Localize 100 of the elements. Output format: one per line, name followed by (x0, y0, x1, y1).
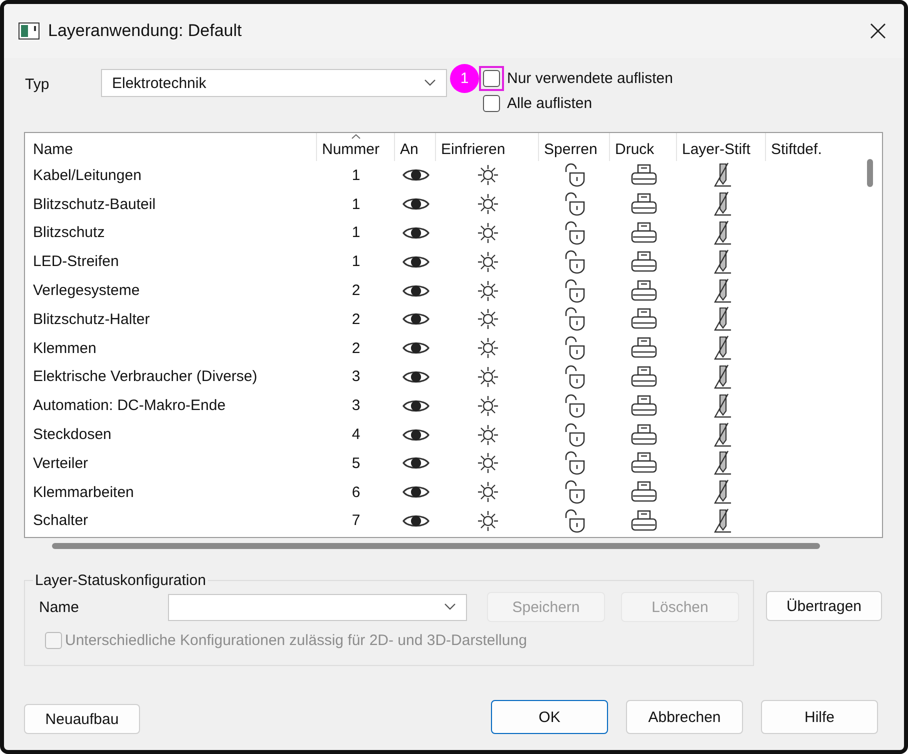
layer-number: 2 (352, 310, 360, 328)
close-icon[interactable] (870, 23, 886, 39)
open-padlock-icon[interactable] (564, 364, 586, 389)
checkbox-label[interactable]: Alle auflisten (507, 95, 592, 112)
eye-icon[interactable] (402, 254, 430, 270)
open-padlock-icon[interactable] (564, 480, 586, 504)
name-label: Name (39, 598, 80, 616)
column-header[interactable]: Sperren (544, 141, 598, 158)
column-header[interactable]: Druck (615, 141, 654, 158)
sun-icon[interactable] (476, 366, 498, 388)
layer-name: Kabel/Leitungen (33, 166, 142, 184)
printer-icon[interactable] (630, 280, 658, 302)
column-header[interactable]: Stiftdef. (771, 141, 822, 158)
printer-icon[interactable] (630, 164, 658, 186)
layer-number: 1 (352, 224, 360, 242)
eye-icon[interactable] (402, 484, 430, 500)
eye-icon[interactable] (402, 167, 430, 184)
eye-icon[interactable] (402, 512, 430, 529)
type-label: Typ (24, 76, 50, 93)
open-padlock-icon[interactable] (564, 307, 586, 332)
printer-icon[interactable] (630, 337, 658, 360)
layer-number: 1 (352, 166, 360, 184)
open-padlock-icon[interactable] (564, 508, 586, 533)
column-header[interactable]: Name (33, 141, 74, 158)
sun-icon[interactable] (476, 394, 498, 417)
printer-icon[interactable] (630, 193, 658, 216)
horizontal-scrollbar[interactable] (52, 543, 820, 549)
dialog-button[interactable]: Hilfe (761, 700, 878, 734)
chevron-down-icon (424, 79, 436, 87)
open-padlock-icon[interactable] (564, 163, 586, 188)
callout-badge: 1 (450, 64, 479, 93)
open-padlock-icon[interactable] (564, 422, 586, 447)
chevron-down-icon (444, 603, 456, 611)
column-header[interactable]: Layer-Stift (682, 141, 750, 158)
printer-icon[interactable] (630, 510, 658, 532)
open-padlock-icon[interactable] (564, 394, 586, 418)
sun-icon[interactable] (476, 337, 498, 360)
sun-icon[interactable] (476, 308, 498, 330)
sort-caret-icon (351, 134, 361, 139)
checkbox[interactable] (483, 70, 500, 87)
layer-number: 7 (352, 512, 360, 530)
window-title: Layeranwendung: Default (48, 21, 243, 41)
layer-name: Blitzschutz (33, 224, 105, 242)
printer-icon[interactable] (630, 308, 658, 330)
layer-name: Automation: DC-Makro-Ende (33, 397, 226, 414)
transfer-button[interactable]: Übertragen (766, 591, 882, 621)
sun-icon[interactable] (476, 280, 498, 302)
eye-icon[interactable] (402, 196, 430, 212)
eye-icon[interactable] (402, 426, 430, 443)
rebuild-button[interactable]: Neuaufbau (24, 704, 140, 734)
open-padlock-icon[interactable] (564, 336, 586, 360)
sun-icon[interactable] (476, 481, 498, 504)
open-padlock-icon[interactable] (564, 192, 586, 216)
eye-icon[interactable] (402, 311, 430, 328)
printer-icon[interactable] (630, 394, 658, 417)
printer-icon[interactable] (630, 250, 658, 273)
open-padlock-icon[interactable] (564, 220, 586, 245)
layer-name: Verlegesysteme (33, 282, 140, 300)
sun-icon[interactable] (476, 452, 498, 474)
printer-icon[interactable] (630, 452, 658, 474)
checkbox[interactable] (483, 95, 500, 112)
sun-icon[interactable] (476, 250, 498, 273)
dialog-button[interactable]: OK (491, 700, 608, 734)
eye-icon[interactable] (402, 368, 430, 385)
eye-icon[interactable] (402, 282, 430, 299)
open-padlock-icon[interactable] (564, 278, 586, 303)
sun-icon[interactable] (476, 510, 498, 532)
printer-icon[interactable] (630, 424, 658, 446)
printer-icon[interactable] (630, 366, 658, 388)
eye-icon[interactable] (402, 398, 430, 414)
layer-name: Verteiler (33, 454, 88, 472)
column-header[interactable]: An (400, 141, 418, 158)
type-dropdown[interactable]: Elektrotechnik (101, 69, 447, 97)
layer-number: 3 (352, 368, 360, 386)
eye-icon[interactable] (402, 224, 430, 241)
group-title: Layer-Statuskonfiguration (34, 572, 207, 589)
layer-name: Blitzschutz-Halter (33, 310, 150, 328)
printer-icon[interactable] (630, 222, 658, 244)
eye-icon[interactable] (402, 340, 430, 356)
column-header[interactable]: Nummer (322, 141, 380, 158)
app-icon (18, 22, 40, 40)
layer-number: 4 (352, 426, 360, 444)
open-padlock-icon[interactable] (564, 451, 586, 476)
eye-icon[interactable] (402, 455, 430, 472)
layer-number: 2 (352, 282, 360, 300)
checkbox-label[interactable]: Nur verwendete auflisten (507, 70, 673, 87)
printer-icon[interactable] (630, 481, 658, 504)
sun-icon[interactable] (476, 193, 498, 216)
scrollbar-thumb[interactable] (867, 159, 873, 187)
sun-icon[interactable] (476, 222, 498, 244)
column-header[interactable]: Einfrieren (441, 141, 506, 158)
layer-number: 6 (352, 484, 360, 501)
sun-icon[interactable] (476, 424, 498, 446)
sun-icon[interactable] (476, 164, 498, 186)
open-padlock-icon[interactable] (564, 250, 586, 274)
layer-number: 1 (352, 196, 360, 213)
layer-name: Steckdosen (33, 426, 112, 444)
layer-number: 2 (352, 340, 360, 357)
layer-name: Klemmen (33, 340, 96, 357)
dialog-button[interactable]: Abbrechen (626, 700, 743, 734)
